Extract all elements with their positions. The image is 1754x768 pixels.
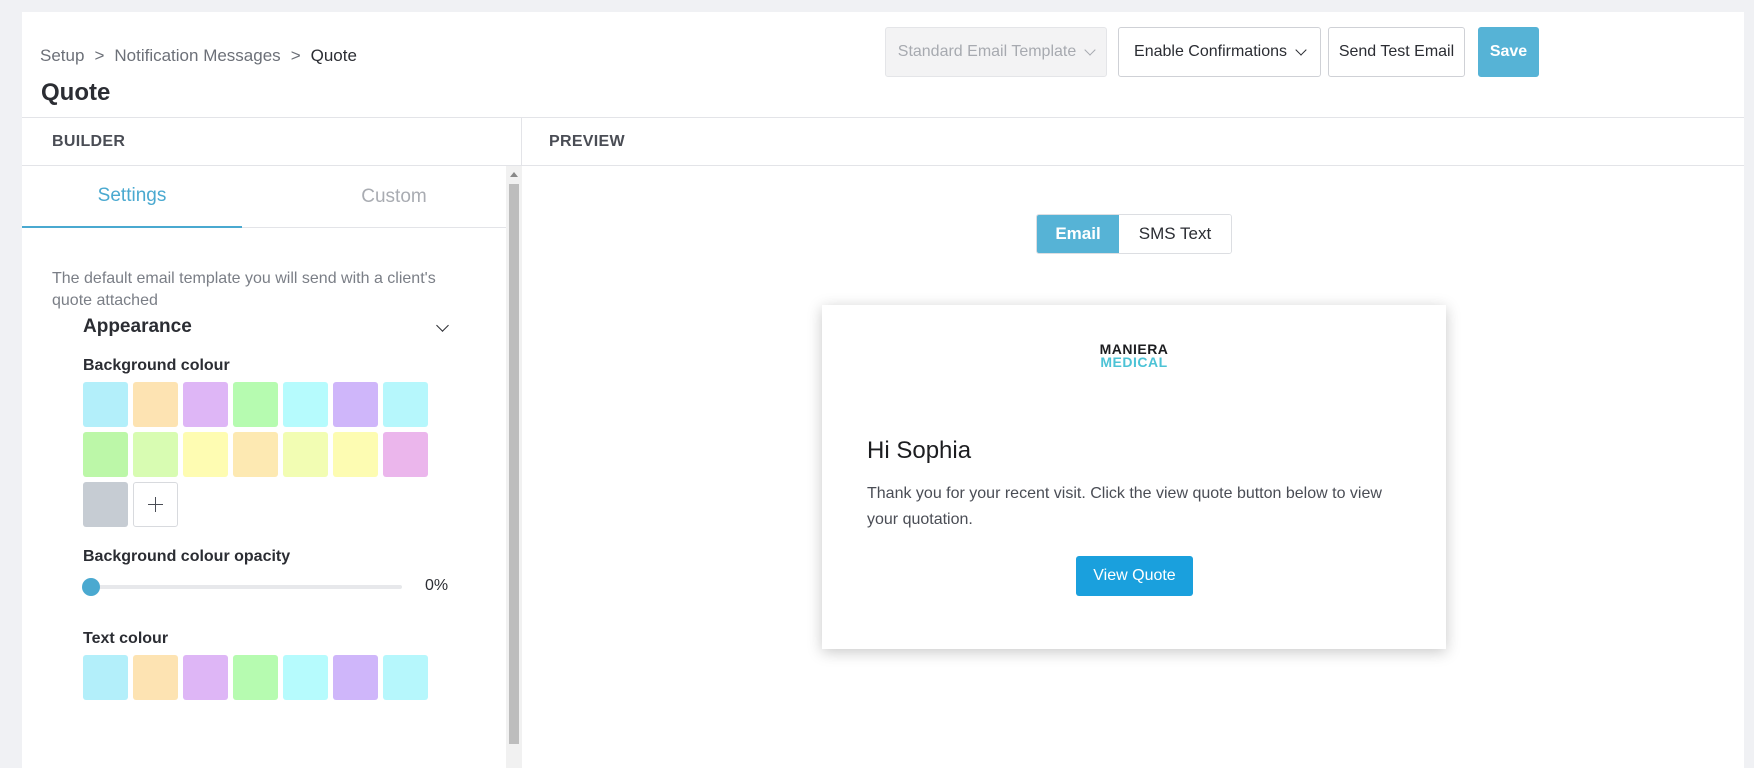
company-logo: MANIERA MEDICAL <box>822 342 1446 370</box>
breadcrumb-current: Quote <box>310 46 357 65</box>
colour-swatch[interactable] <box>383 655 428 700</box>
tab-custom[interactable]: Custom <box>284 166 504 228</box>
app-window: Setup > Notification Messages > Quote Qu… <box>22 12 1744 768</box>
colour-swatch[interactable] <box>183 382 228 427</box>
confirmations-select-label: Enable Confirmations <box>1134 43 1287 60</box>
builder-scrollbar[interactable] <box>506 166 522 768</box>
colour-swatch[interactable] <box>83 655 128 700</box>
preview-panel: PREVIEW Email SMS Text MANIERA MEDICAL H… <box>522 118 1744 768</box>
email-body: Thank you for your recent visit. Click t… <box>867 485 1382 528</box>
scroll-up-arrow-icon[interactable] <box>510 172 518 177</box>
colour-swatch[interactable] <box>133 382 178 427</box>
background-colour-label: Background colour <box>83 357 230 374</box>
colour-swatch[interactable] <box>333 655 378 700</box>
colour-swatch[interactable] <box>83 382 128 427</box>
email-greeting: Hi Sophia <box>867 437 972 464</box>
chevron-down-icon <box>1084 43 1096 56</box>
confirmations-select[interactable]: Enable Confirmations <box>1118 27 1321 77</box>
text-colour-label: Text colour <box>83 630 169 647</box>
chevron-down-icon <box>436 318 449 332</box>
colour-swatch[interactable] <box>133 655 178 700</box>
opacity-slider-handle[interactable] <box>82 578 100 596</box>
background-colour-palette <box>83 382 428 527</box>
page-header: Setup > Notification Messages > Quote Qu… <box>22 12 1744 118</box>
email-mode-button[interactable]: Email <box>1037 215 1119 253</box>
builder-panel: BUILDER Settings Custom The default emai… <box>22 118 522 768</box>
scrollbar-thumb[interactable] <box>509 184 519 744</box>
appearance-title: Appearance <box>83 316 192 337</box>
colour-swatch[interactable] <box>333 382 378 427</box>
template-select[interactable]: Standard Email Template <box>885 27 1107 77</box>
opacity-slider-track[interactable] <box>90 585 402 589</box>
breadcrumb-setup[interactable]: Setup <box>40 46 84 66</box>
tab-settings[interactable]: Settings <box>22 166 242 228</box>
colour-swatch[interactable] <box>383 432 428 477</box>
opacity-value: 0% <box>425 577 449 594</box>
preview-mode-toggle: Email SMS Text <box>1036 214 1232 254</box>
page-title: Quote <box>41 79 111 106</box>
save-button[interactable]: Save <box>1478 27 1539 77</box>
colour-swatch[interactable] <box>183 432 228 477</box>
email-preview-card: MANIERA MEDICAL Hi Sophia Thank you for … <box>822 305 1446 649</box>
colour-swatch[interactable] <box>283 655 328 700</box>
colour-swatch[interactable] <box>233 382 278 427</box>
colour-swatch[interactable] <box>333 432 378 477</box>
builder-heading: BUILDER <box>22 118 521 166</box>
colour-swatch[interactable] <box>133 432 178 477</box>
breadcrumb-notification-messages[interactable]: Notification Messages <box>114 46 280 66</box>
plus-icon[interactable] <box>133 482 178 527</box>
builder-tabs: Settings Custom <box>22 166 506 228</box>
colour-swatch[interactable] <box>233 655 278 700</box>
breadcrumb-separator: > <box>290 46 301 65</box>
colour-swatch[interactable] <box>83 482 128 527</box>
preview-heading: PREVIEW <box>522 118 1744 166</box>
breadcrumb: Setup > Notification Messages > Quote <box>40 46 357 66</box>
breadcrumb-separator: > <box>94 46 105 65</box>
appearance-accordion-header[interactable]: Appearance <box>83 312 455 342</box>
opacity-label: Background colour opacity <box>83 548 291 565</box>
view-quote-button[interactable]: View Quote <box>1076 556 1193 596</box>
send-test-email-button[interactable]: Send Test Email <box>1328 27 1465 77</box>
text-colour-palette <box>83 655 428 700</box>
colour-swatch[interactable] <box>283 432 328 477</box>
chevron-down-icon <box>1295 43 1307 56</box>
template-select-label: Standard Email Template <box>897 43 1077 60</box>
logo-line-2: MEDICAL <box>1100 354 1168 370</box>
colour-swatch[interactable] <box>83 432 128 477</box>
colour-swatch[interactable] <box>283 382 328 427</box>
colour-swatch[interactable] <box>383 382 428 427</box>
template-description: The default email template you will send… <box>52 270 436 309</box>
colour-swatch[interactable] <box>233 432 278 477</box>
colour-swatch[interactable] <box>183 655 228 700</box>
sms-mode-button[interactable]: SMS Text <box>1119 215 1231 253</box>
